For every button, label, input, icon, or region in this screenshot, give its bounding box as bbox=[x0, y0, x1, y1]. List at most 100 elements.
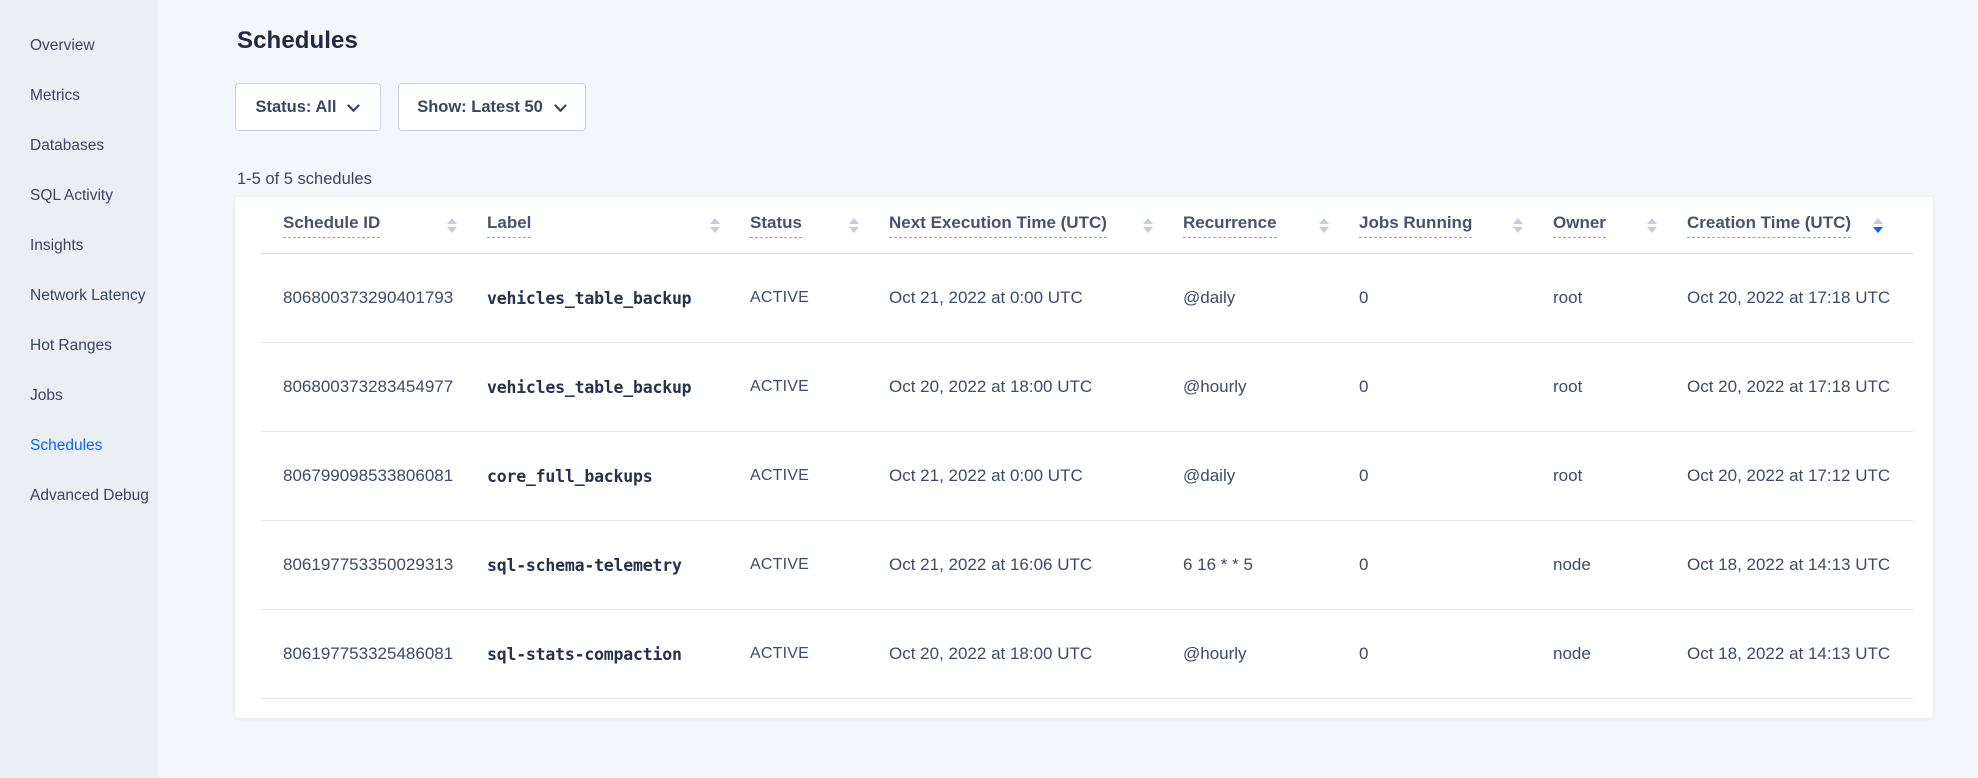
page-title: Schedules bbox=[237, 27, 358, 55]
cell-schedule-id: 806800373290401793 bbox=[261, 254, 487, 343]
sort-desc-icon bbox=[1143, 227, 1153, 233]
sidebar-item-insights[interactable]: Insights bbox=[0, 221, 158, 271]
sidebar-item-metrics[interactable]: Metrics bbox=[0, 71, 158, 121]
cell-recurrence: @daily bbox=[1183, 432, 1359, 521]
column-header-jobs-running[interactable]: Jobs Running bbox=[1359, 197, 1553, 254]
column-header-label[interactable]: Label bbox=[487, 213, 531, 238]
cell-jobs-running: 0 bbox=[1359, 432, 1553, 521]
sort-asc-icon bbox=[1647, 218, 1657, 224]
sort-asc-icon bbox=[710, 218, 720, 224]
show-filter-label: Show: Latest 50 bbox=[417, 98, 543, 117]
cell-status: ACTIVE bbox=[750, 432, 889, 521]
sort-desc-icon bbox=[1647, 227, 1657, 233]
sort-toggle-icon[interactable] bbox=[710, 218, 720, 233]
sort-asc-icon bbox=[447, 218, 457, 224]
column-header-schedule-id[interactable]: Schedule ID bbox=[261, 197, 487, 254]
column-header-label[interactable]: Schedule ID bbox=[283, 213, 380, 238]
column-header-label[interactable]: Status bbox=[750, 213, 802, 238]
cell-recurrence: @hourly bbox=[1183, 610, 1359, 699]
sort-desc-icon bbox=[1873, 227, 1883, 233]
sort-toggle-icon[interactable] bbox=[447, 218, 457, 233]
sidebar-nav: Overview Metrics Databases SQL Activity … bbox=[0, 0, 158, 778]
chevron-down-icon bbox=[347, 104, 360, 113]
table-row: 806800373283454977vehicles_table_backupA… bbox=[261, 343, 1913, 432]
schedules-table: Schedule ID Label Status bbox=[261, 197, 1913, 699]
sort-desc-icon bbox=[1513, 227, 1523, 233]
sort-toggle-icon[interactable] bbox=[849, 218, 859, 233]
sidebar-item-sql-activity[interactable]: SQL Activity bbox=[0, 171, 158, 221]
sort-desc-icon bbox=[849, 227, 859, 233]
sort-asc-icon bbox=[1143, 218, 1153, 224]
schedules-table-card: Schedule ID Label Status bbox=[235, 197, 1933, 718]
cell-jobs-running: 0 bbox=[1359, 610, 1553, 699]
column-header-label[interactable]: Recurrence bbox=[1183, 213, 1277, 238]
cell-owner: root bbox=[1553, 343, 1687, 432]
cell-recurrence: @daily bbox=[1183, 254, 1359, 343]
table-row: 806799098533806081core_full_backupsACTIV… bbox=[261, 432, 1913, 521]
cell-status: ACTIVE bbox=[750, 610, 889, 699]
cell-creation-time: Oct 20, 2022 at 17:12 UTC bbox=[1687, 432, 1913, 521]
cell-creation-time: Oct 20, 2022 at 17:18 UTC bbox=[1687, 343, 1913, 432]
sort-asc-icon bbox=[1319, 218, 1329, 224]
sidebar-item-jobs[interactable]: Jobs bbox=[0, 371, 158, 421]
sidebar-item-databases[interactable]: Databases bbox=[0, 121, 158, 171]
cell-owner: node bbox=[1553, 610, 1687, 699]
column-header-label[interactable]: Creation Time (UTC) bbox=[1687, 213, 1851, 238]
cell-label: sql-stats-compaction bbox=[487, 610, 750, 699]
cell-jobs-running: 0 bbox=[1359, 343, 1553, 432]
status-filter-dropdown[interactable]: Status: All bbox=[235, 83, 381, 131]
sort-toggle-icon[interactable] bbox=[1873, 218, 1883, 233]
sort-desc-icon bbox=[1319, 227, 1329, 233]
sidebar-item-schedules[interactable]: Schedules bbox=[0, 421, 158, 471]
schedules-page: Overview Metrics Databases SQL Activity … bbox=[0, 0, 1978, 778]
column-header-label[interactable]: Next Execution Time (UTC) bbox=[889, 213, 1107, 238]
sort-toggle-icon[interactable] bbox=[1319, 218, 1329, 233]
cell-owner: root bbox=[1553, 432, 1687, 521]
table-row: 806800373290401793vehicles_table_backupA… bbox=[261, 254, 1913, 343]
cell-jobs-running: 0 bbox=[1359, 521, 1553, 610]
cell-owner: root bbox=[1553, 254, 1687, 343]
column-header-creation-time-utc[interactable]: Creation Time (UTC) bbox=[1687, 197, 1913, 254]
cell-label: sql-schema-telemetry bbox=[487, 521, 750, 610]
cell-schedule-id: 806197753350029313 bbox=[261, 521, 487, 610]
column-header-label[interactable]: Jobs Running bbox=[1359, 213, 1472, 238]
sort-asc-icon bbox=[849, 218, 859, 224]
cell-schedule-id: 806800373283454977 bbox=[261, 343, 487, 432]
cell-jobs-running: 0 bbox=[1359, 254, 1553, 343]
column-header-owner[interactable]: Owner bbox=[1553, 197, 1687, 254]
main-content: Schedules Status: All Show: Latest 50 1-… bbox=[158, 0, 1978, 778]
table-row: 806197753350029313sql-schema-telemetryAC… bbox=[261, 521, 1913, 610]
sidebar-item-network-latency[interactable]: Network Latency bbox=[0, 271, 158, 321]
cell-status: ACTIVE bbox=[750, 254, 889, 343]
sort-asc-icon bbox=[1873, 218, 1883, 224]
cell-creation-time: Oct 20, 2022 at 17:18 UTC bbox=[1687, 254, 1913, 343]
sort-toggle-icon[interactable] bbox=[1513, 218, 1523, 233]
cell-next-execution: Oct 20, 2022 at 18:00 UTC bbox=[889, 610, 1183, 699]
cell-creation-time: Oct 18, 2022 at 14:13 UTC bbox=[1687, 521, 1913, 610]
results-count: 1-5 of 5 schedules bbox=[237, 170, 372, 189]
cell-owner: node bbox=[1553, 521, 1687, 610]
sidebar-item-hot-ranges[interactable]: Hot Ranges bbox=[0, 321, 158, 371]
column-header-status[interactable]: Status bbox=[750, 197, 889, 254]
column-header-label[interactable]: Owner bbox=[1553, 213, 1606, 238]
show-filter-dropdown[interactable]: Show: Latest 50 bbox=[398, 83, 586, 131]
column-header-next-execution-time-utc[interactable]: Next Execution Time (UTC) bbox=[889, 197, 1183, 254]
sidebar-item-overview[interactable]: Overview bbox=[0, 21, 158, 71]
sort-desc-icon bbox=[710, 227, 720, 233]
table-header-row: Schedule ID Label Status bbox=[261, 197, 1913, 254]
sort-desc-icon bbox=[447, 227, 457, 233]
sort-toggle-icon[interactable] bbox=[1647, 218, 1657, 233]
table-row: 806197753325486081sql-stats-compactionAC… bbox=[261, 610, 1913, 699]
cell-next-execution: Oct 21, 2022 at 0:00 UTC bbox=[889, 254, 1183, 343]
cell-status: ACTIVE bbox=[750, 343, 889, 432]
sidebar-item-advanced-debug[interactable]: Advanced Debug bbox=[0, 471, 158, 521]
status-filter-label: Status: All bbox=[256, 98, 337, 117]
sort-toggle-icon[interactable] bbox=[1143, 218, 1153, 233]
cell-schedule-id: 806799098533806081 bbox=[261, 432, 487, 521]
column-header-recurrence[interactable]: Recurrence bbox=[1183, 197, 1359, 254]
cell-label: core_full_backups bbox=[487, 432, 750, 521]
cell-schedule-id: 806197753325486081 bbox=[261, 610, 487, 699]
chevron-down-icon bbox=[554, 104, 567, 113]
column-header-label[interactable]: Label bbox=[487, 197, 750, 254]
filter-bar: Status: All Show: Latest 50 bbox=[235, 83, 586, 131]
